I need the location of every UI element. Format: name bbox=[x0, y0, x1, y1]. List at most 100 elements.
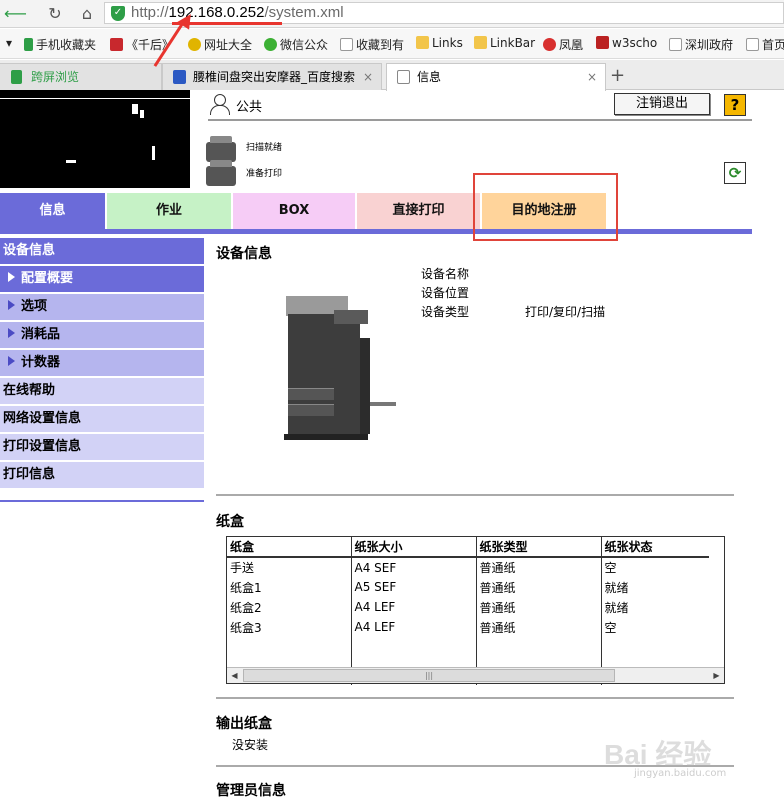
refresh-icon[interactable]: ⟳ bbox=[724, 162, 746, 184]
help-button[interactable]: ? bbox=[724, 94, 746, 116]
column-header: 纸张类型 bbox=[476, 537, 602, 558]
logout-button[interactable]: 注销退出 bbox=[614, 93, 710, 115]
bookmark-item[interactable]: 首页 bbox=[746, 36, 784, 53]
device-type-value: 打印/复印/扫描 bbox=[525, 305, 606, 319]
table-cell: 就绪 bbox=[604, 580, 629, 595]
bookmark-item[interactable]: w3scho bbox=[596, 36, 657, 50]
sidebar-item-print-settings[interactable]: 打印设置信息 bbox=[0, 434, 204, 460]
bookmark-folder[interactable]: LinkBar bbox=[474, 36, 535, 50]
table-row: 手送 A4 SEF 普通纸 空 bbox=[227, 557, 709, 577]
section-divider bbox=[216, 697, 734, 699]
table-cell: A4 SEF bbox=[351, 557, 477, 577]
security-shield-icon: ✓ bbox=[111, 6, 125, 21]
output-tray-value: 没安装 bbox=[232, 738, 269, 752]
scanner-icon bbox=[206, 136, 236, 162]
table-cell: 纸盒1 bbox=[227, 577, 352, 597]
paper-tray-heading: 纸盒 bbox=[216, 514, 244, 530]
tab-close-icon[interactable]: × bbox=[363, 64, 373, 90]
table-cell: A4 LEF bbox=[351, 617, 477, 637]
browser-tab[interactable]: 跨屏浏览 bbox=[0, 63, 162, 90]
back-arrow-icon[interactable]: ⟵ bbox=[4, 3, 27, 25]
bookmarks-menu-icon[interactable]: ▾ bbox=[6, 36, 12, 50]
bookmark-item[interactable]: 凤凰 bbox=[543, 36, 583, 53]
table-row: 纸盒3 A4 LEF 普通纸 空 bbox=[227, 617, 709, 637]
table-cell: A5 SEF bbox=[351, 577, 477, 597]
tab-box[interactable]: BOX bbox=[233, 193, 355, 229]
table-cell: 普通纸 bbox=[476, 597, 602, 617]
url-text: http://192.168.0.252/system.xml bbox=[131, 4, 344, 21]
table-cell: 普通纸 bbox=[476, 577, 602, 597]
bookmark-item[interactable]: 网址大全 bbox=[188, 36, 252, 53]
table-cell: 手送 bbox=[227, 557, 352, 577]
bookmark-item[interactable]: 收藏到有 bbox=[340, 36, 404, 53]
browser-tab[interactable]: 腰椎间盘突出安摩器_百度搜索 × bbox=[162, 63, 382, 90]
sidebar-item-network-settings[interactable]: 网络设置信息 bbox=[0, 406, 204, 432]
new-tab-button[interactable]: + bbox=[610, 65, 625, 86]
main-tabs: 信息 作业 BOX 直接打印 目的地注册 bbox=[0, 193, 752, 229]
address-bar-row: ⟵ ↻ ⌂ ✓ http://192.168.0.252/system.xml bbox=[0, 0, 784, 28]
copier-image bbox=[282, 292, 396, 444]
sidebar-item-print-info[interactable]: 打印信息 bbox=[0, 462, 204, 488]
table-cell: 普通纸 bbox=[476, 617, 602, 637]
bookmarks-bar: ▾ 手机收藏夹 《千后》 网址大全 微信公众 收藏到有 Links LinkBa… bbox=[0, 29, 784, 59]
sidebar-item-online-help[interactable]: 在线帮助 bbox=[0, 378, 204, 404]
scroll-left-icon[interactable]: ◀ bbox=[227, 668, 242, 683]
tab-jobs[interactable]: 作业 bbox=[107, 193, 231, 229]
column-header: 纸张大小 bbox=[351, 537, 477, 558]
user-name: 公共 bbox=[236, 100, 263, 115]
home-icon[interactable]: ⌂ bbox=[76, 3, 98, 25]
output-tray-heading: 输出纸盒 bbox=[216, 716, 272, 732]
sidebar: 设备信息 配置概要 选项 消耗品 计数器 在线帮助 网络设置信息 打印设置信息 … bbox=[0, 238, 204, 490]
main-tab-underline bbox=[0, 229, 752, 234]
header-divider bbox=[208, 119, 752, 121]
table-row: 纸盒2 A4 LEF 普通纸 就绪 bbox=[227, 597, 709, 617]
phone-icon bbox=[11, 70, 22, 84]
triangle-right-icon bbox=[8, 272, 15, 282]
table-cell: 空 bbox=[604, 620, 617, 635]
table-cell: A4 LEF bbox=[351, 597, 477, 617]
table-cell: 就绪 bbox=[604, 600, 629, 615]
table-cell: 纸盒3 bbox=[227, 617, 352, 637]
sidebar-item-device-info[interactable]: 设备信息 bbox=[0, 238, 204, 264]
bookmark-folder[interactable]: Links bbox=[416, 36, 463, 50]
tab-info[interactable]: 信息 bbox=[0, 193, 105, 229]
bookmark-item[interactable]: 手机收藏夹 bbox=[24, 36, 96, 53]
device-name-label: 设备名称 bbox=[421, 267, 470, 281]
device-info-heading: 设备信息 bbox=[216, 246, 272, 262]
tab-direct-print[interactable]: 直接打印 bbox=[357, 193, 480, 229]
column-header: 纸盒 bbox=[227, 537, 352, 558]
baidu-paw-icon bbox=[173, 70, 186, 84]
sidebar-divider bbox=[0, 500, 204, 502]
user-icon bbox=[210, 94, 230, 115]
device-location-label: 设备位置 bbox=[421, 286, 470, 300]
device-type-label: 设备类型 bbox=[421, 305, 470, 319]
sidebar-item-counter[interactable]: 计数器 bbox=[0, 350, 204, 376]
scan-status: 扫描就绪 bbox=[246, 143, 283, 153]
device-logo-image bbox=[0, 90, 190, 188]
page-icon bbox=[397, 70, 410, 84]
baidu-watermark: Bai 经验 bbox=[604, 739, 712, 770]
admin-info-heading: 管理员信息 bbox=[216, 783, 286, 799]
triangle-right-icon bbox=[8, 356, 15, 366]
table-cell: 普通纸 bbox=[476, 557, 602, 577]
tab-strip: 跨屏浏览 腰椎间盘突出安摩器_百度搜索 × 信息 × + bbox=[0, 60, 784, 91]
sidebar-item-options[interactable]: 选项 bbox=[0, 294, 204, 320]
bookmark-item[interactable]: 微信公众 bbox=[264, 36, 328, 53]
horizontal-scrollbar[interactable]: ◀ ||| ▶ bbox=[227, 667, 724, 683]
print-status: 准备打印 bbox=[246, 169, 283, 179]
sidebar-item-consumables[interactable]: 消耗品 bbox=[0, 322, 204, 348]
baidu-watermark-url: jingyan.baidu.com bbox=[634, 768, 727, 779]
bookmark-item[interactable]: 深圳政府 bbox=[669, 36, 733, 53]
browser-tab-active[interactable]: 信息 × bbox=[386, 63, 606, 91]
tab-close-icon[interactable]: × bbox=[587, 64, 597, 90]
annotation-highlight-box bbox=[473, 173, 618, 241]
scrollbar-thumb[interactable]: ||| bbox=[243, 669, 615, 682]
sidebar-item-config-summary[interactable]: 配置概要 bbox=[0, 266, 204, 292]
section-divider bbox=[216, 494, 734, 496]
table-row: 纸盒1 A5 SEF 普通纸 就绪 bbox=[227, 577, 709, 597]
column-header: 纸张状态 bbox=[601, 537, 709, 558]
scroll-right-icon[interactable]: ▶ bbox=[709, 668, 724, 683]
reload-icon[interactable]: ↻ bbox=[44, 3, 66, 25]
table-cell: 空 bbox=[604, 561, 617, 575]
url-field[interactable]: ✓ http://192.168.0.252/system.xml bbox=[104, 2, 784, 24]
